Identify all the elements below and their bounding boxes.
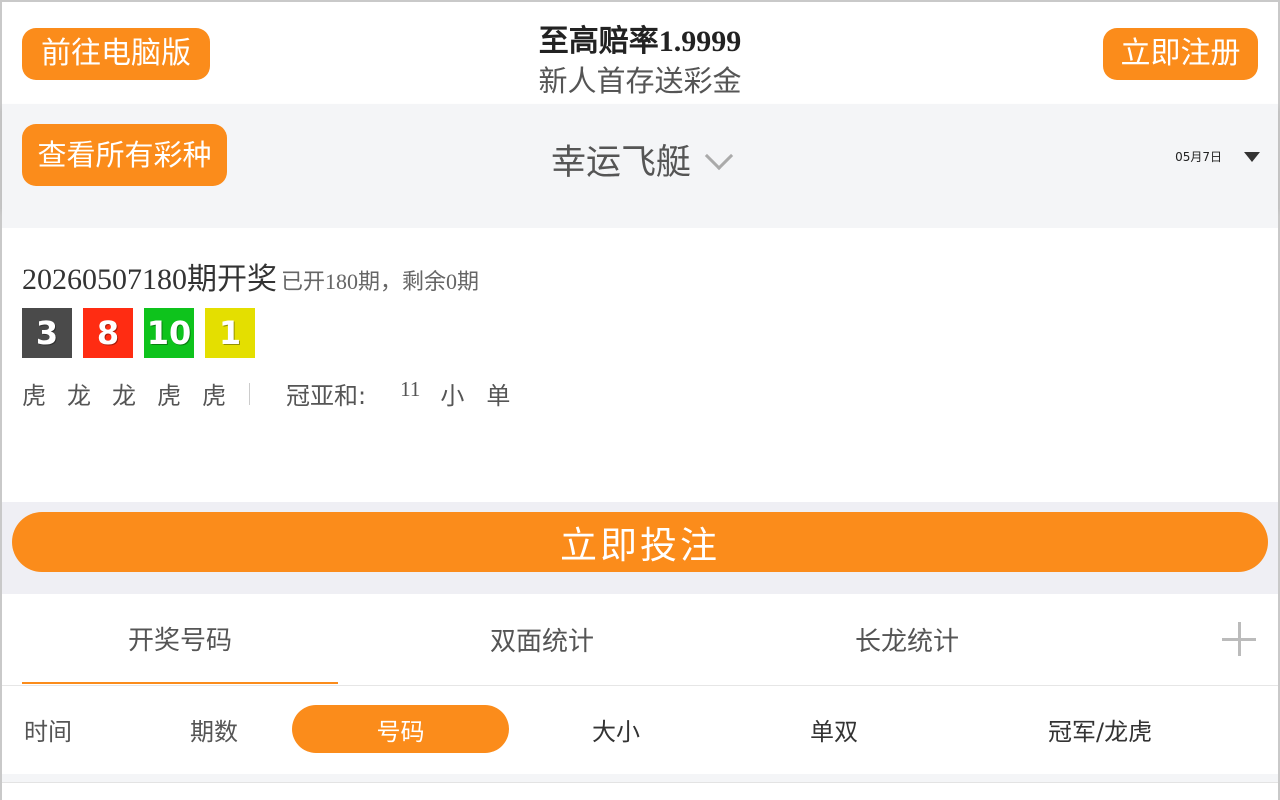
top-header: 前往电脑版 至高赔率1.9999 新人首存送彩金 立即注册: [2, 2, 1278, 104]
issue-suffix: 期开奖: [187, 262, 277, 297]
issue-number: 20260507180: [22, 263, 187, 296]
sum-value: 11: [400, 377, 421, 401]
draw-result: 20260507180期开奖 已开180期，剩余0期 3 8 10 1 虎 龙 龙…: [2, 228, 1278, 502]
result-ball: 10: [144, 308, 194, 358]
issue-line: 20260507180期开奖 已开180期，剩余0期: [22, 254, 479, 298]
bet-area: 立即投注: [2, 502, 1278, 594]
tab-long-dragon-stats[interactable]: 长龙统计: [747, 594, 1067, 684]
section-gap: [2, 774, 1278, 782]
register-button[interactable]: 立即注册: [1103, 28, 1258, 80]
promo-title: 至高赔率1.9999: [538, 25, 742, 58]
promo-subtitle: 新人首存送彩金: [538, 64, 742, 98]
result-ball: 3: [22, 308, 72, 358]
bet-now-button[interactable]: 立即投注: [12, 512, 1268, 572]
dragon-tiger-tag: 虎: [157, 382, 181, 410]
lottery-bar: 查看所有彩种 幸运飞艇 05月7日: [2, 104, 1278, 208]
result-ball: 1: [205, 308, 255, 358]
results-table: [2, 782, 1278, 800]
section-gap: [2, 208, 1278, 228]
ball-list: 3 8 10 1: [22, 308, 255, 358]
dragon-tiger-tag: 虎: [202, 382, 226, 410]
lottery-name: 幸运飞艇: [550, 143, 691, 183]
tab-two-sided-stats[interactable]: 双面统计: [382, 594, 702, 684]
dragon-tiger-tag: 龙: [67, 382, 91, 410]
issue-meta: 已开180期，剩余0期: [281, 269, 480, 294]
lottery-selector[interactable]: 幸运飞艇: [2, 134, 1278, 185]
result-tags: 虎 龙 龙 虎 虎 冠亚和: 11 小 单: [22, 376, 532, 411]
tab-bar: 开奖号码 双面统计 长龙统计: [2, 594, 1278, 686]
date-label: 05月7日: [1175, 150, 1222, 164]
result-ball: 8: [83, 308, 133, 358]
filter-issue[interactable]: 期数: [190, 705, 238, 753]
sum-odd-even-tag: 单: [486, 382, 511, 410]
filter-champion-dragon-tiger[interactable]: 冠军/龙虎: [1048, 705, 1152, 753]
date-picker[interactable]: 05月7日: [1175, 148, 1260, 165]
dragon-tiger-tag: 龙: [112, 382, 136, 410]
dragon-tiger-tag: 虎: [22, 382, 46, 410]
sum-size-tag: 小: [440, 382, 465, 410]
plus-icon[interactable]: [1222, 622, 1256, 656]
filter-odd-even[interactable]: 单双: [810, 705, 858, 753]
divider: [249, 382, 250, 405]
chevron-down-icon: [704, 141, 734, 171]
filter-size[interactable]: 大小: [592, 705, 640, 753]
sum-label: 冠亚和:: [286, 382, 367, 410]
filter-number[interactable]: 号码: [292, 705, 509, 753]
filter-time[interactable]: 时间: [24, 705, 72, 753]
sub-filter-bar: 时间 期数 号码 大小 单双 冠军/龙虎: [2, 686, 1278, 774]
caret-down-icon: [1244, 151, 1260, 162]
tab-draw-numbers[interactable]: 开奖号码: [22, 594, 338, 684]
